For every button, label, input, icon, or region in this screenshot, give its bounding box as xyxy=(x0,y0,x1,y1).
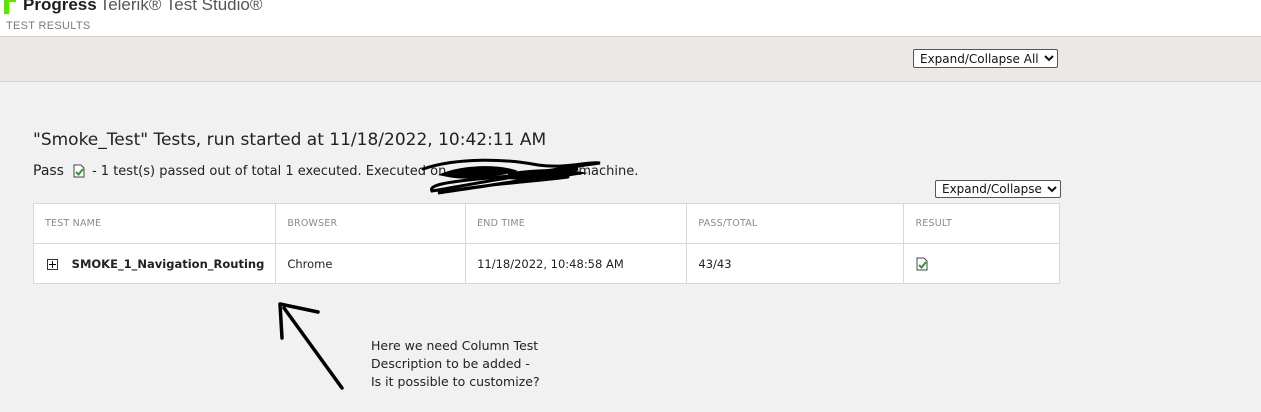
pass-icon xyxy=(73,164,85,178)
page-subtitle: TEST RESULTS xyxy=(6,20,91,32)
end-time-cell: 11/18/2022, 10:48:58 AM xyxy=(465,243,688,284)
annotation-note: Here we need Column Test Description to … xyxy=(371,338,540,389)
toolbar: Expand/Collapse All xyxy=(0,37,1261,82)
annotation-arrow xyxy=(278,302,344,390)
product-name: Telerik® Test Studio® xyxy=(99,0,263,14)
test-name: SMOKE_1_Navigation_Routing xyxy=(71,256,265,271)
column-header-test-name: TEST NAME xyxy=(32,203,277,244)
progress-logo: Progress Telerik® Test Studio® xyxy=(2,0,262,15)
run-status: Pass xyxy=(33,163,64,179)
brand-name: Progress xyxy=(23,0,97,14)
column-header-pass-total: PASS/TOTAL xyxy=(686,203,905,244)
app-header: Progress Telerik® Test Studio® TEST RESU… xyxy=(0,0,1261,37)
expand-collapse-select[interactable]: Expand/Collapse xyxy=(935,180,1061,198)
expand-plus-icon[interactable] xyxy=(47,258,58,270)
column-header-result: RESULT xyxy=(903,203,1060,244)
run-title: "Smoke_Test" Tests, run started at 11/18… xyxy=(33,130,547,150)
pass-icon xyxy=(916,257,928,271)
table-header-row: TEST NAME BROWSER END TIME PASS/TOTAL RE… xyxy=(32,203,1060,244)
progress-logo-icon xyxy=(2,0,20,14)
browser-cell: Chrome xyxy=(275,243,467,284)
column-header-end-time: END TIME xyxy=(465,203,688,244)
result-cell xyxy=(903,243,1060,284)
table-row: SMOKE_1_Navigation_Routing Chrome 11/18/… xyxy=(32,243,1060,284)
test-name-cell: SMOKE_1_Navigation_Routing xyxy=(32,243,277,284)
run-summary-detail: - 1 test(s) passed out of total 1 execut… xyxy=(91,163,447,179)
redaction-scribble xyxy=(421,158,601,195)
pass-total-cell: 43/43 xyxy=(686,243,905,284)
column-header-browser: BROWSER xyxy=(275,203,467,244)
expand-collapse-all-select[interactable]: Expand/Collapse All xyxy=(913,49,1058,68)
results-table: TEST NAME BROWSER END TIME PASS/TOTAL RE… xyxy=(32,203,1060,284)
